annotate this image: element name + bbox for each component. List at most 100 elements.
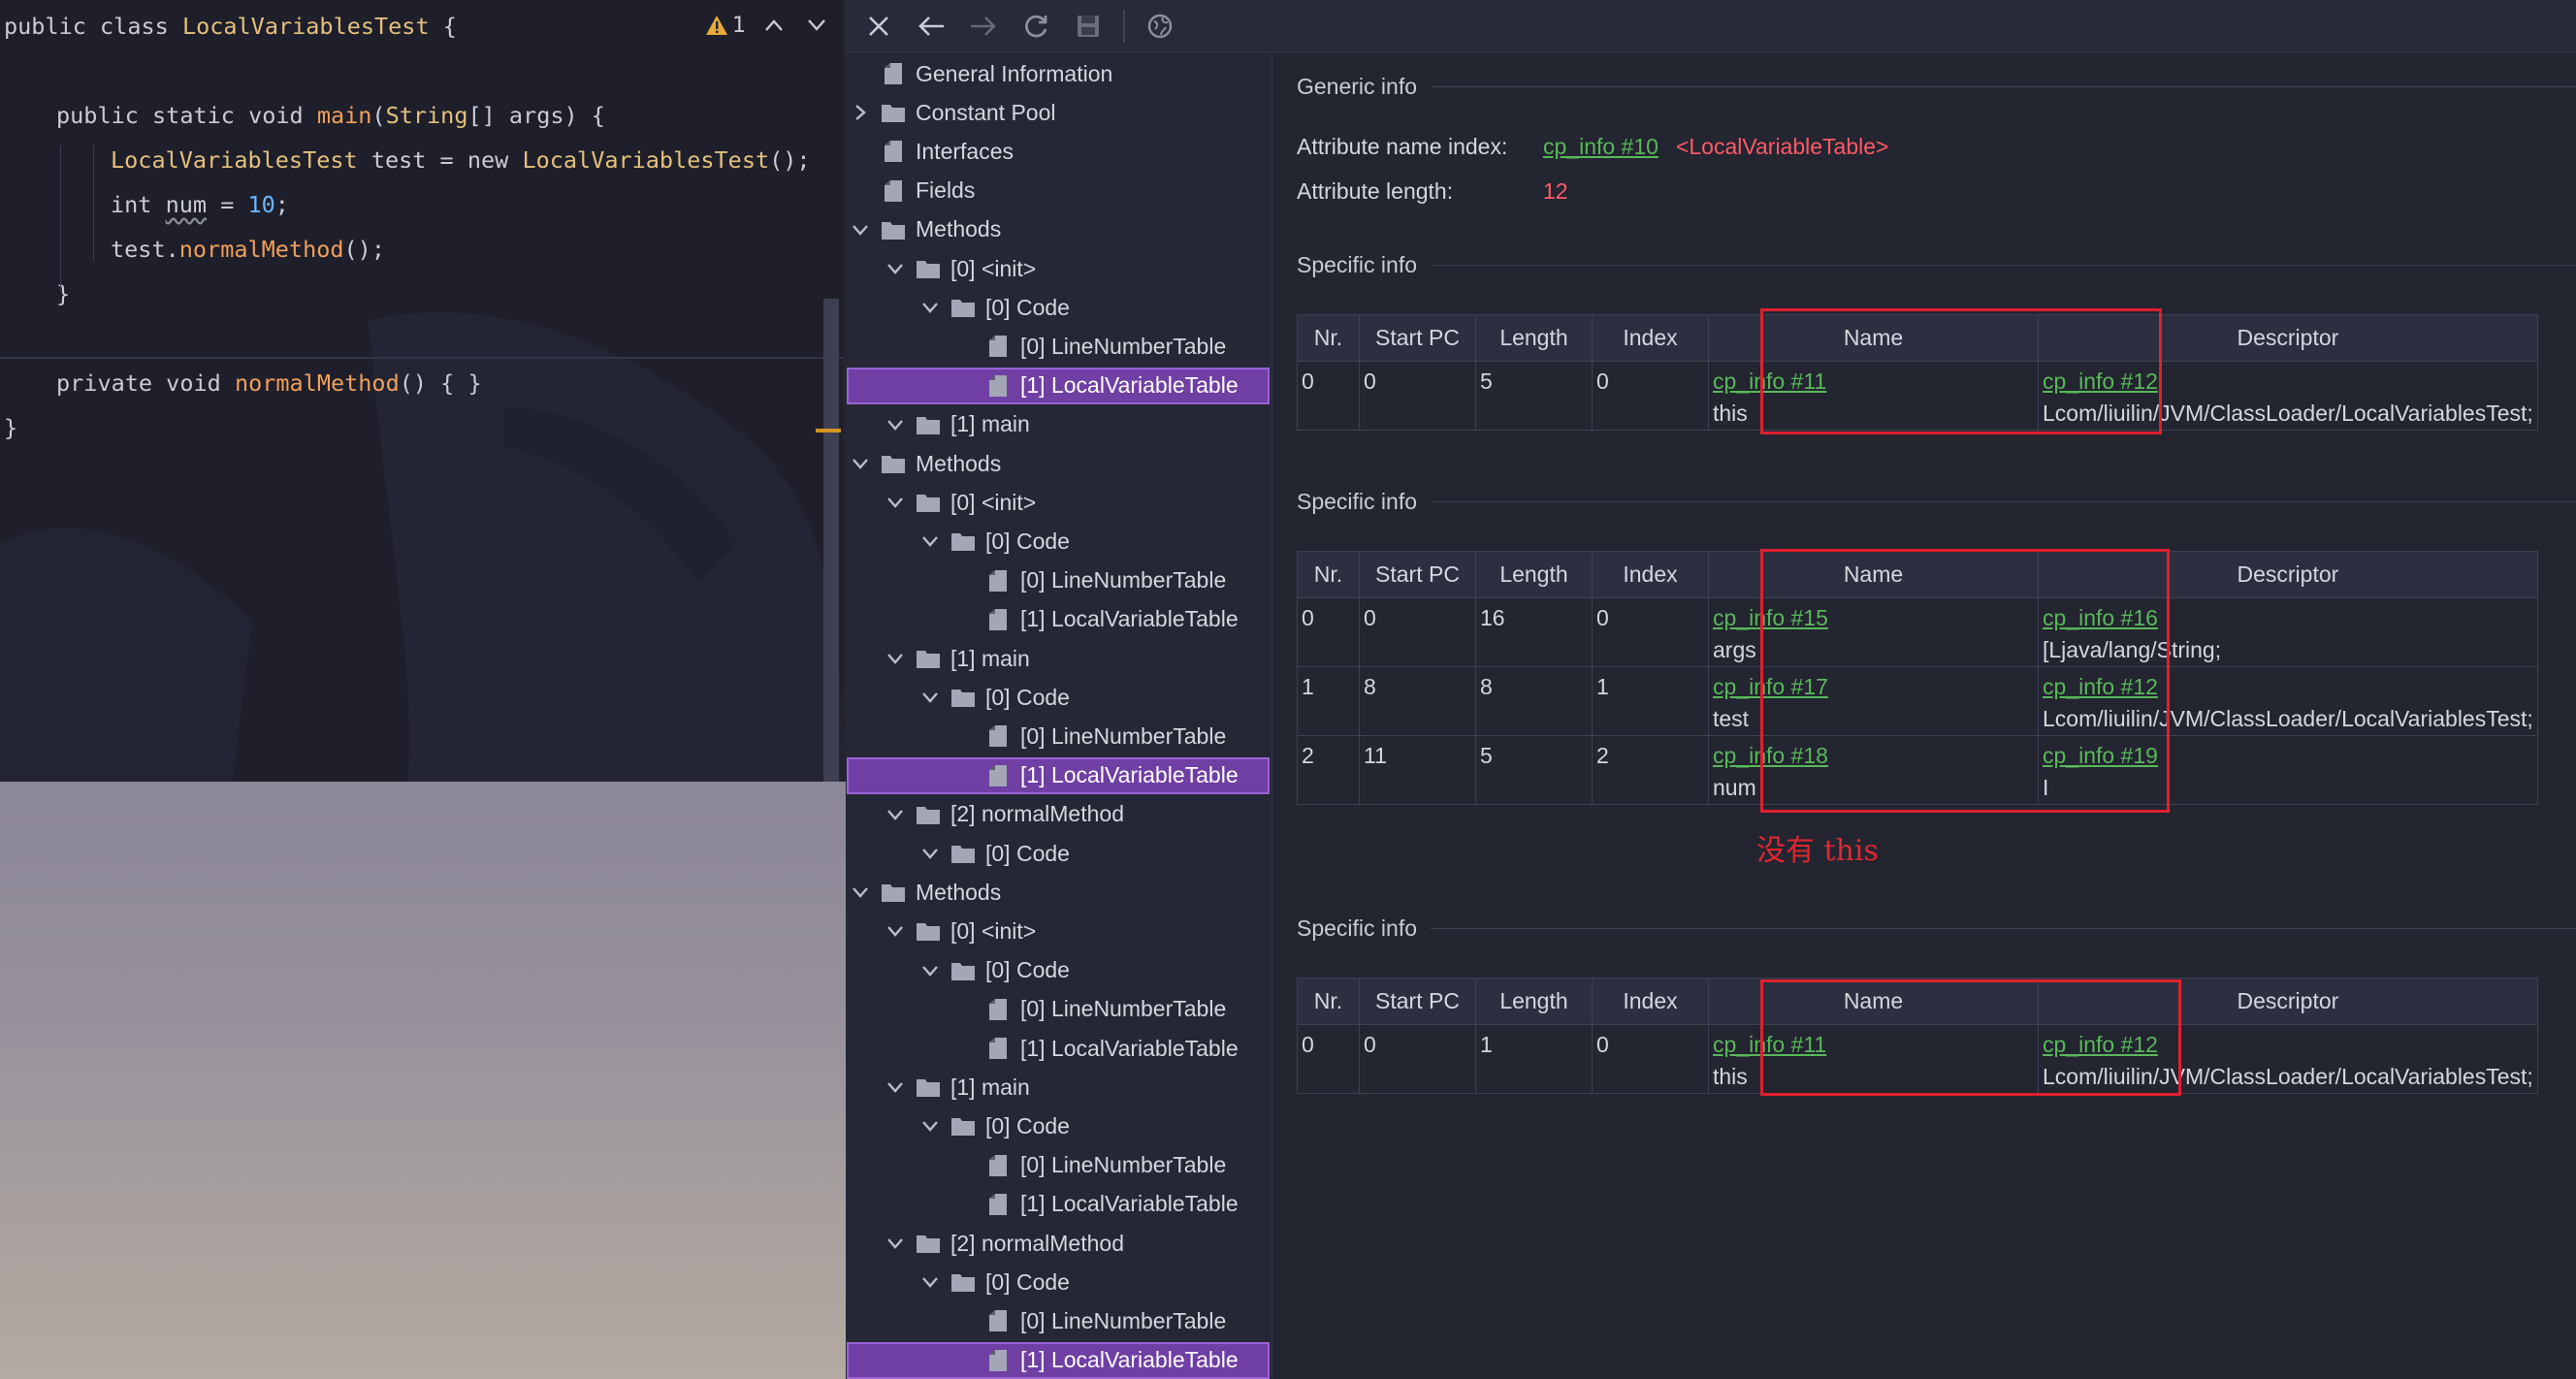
tree-node[interactable]: [1] LocalVariableTable (847, 756, 1270, 794)
tree-node[interactable]: [1] LocalVariableTable (954, 1030, 1239, 1067)
refresh-button[interactable] (1014, 5, 1057, 48)
folder-icon (950, 1269, 976, 1295)
unused-variable-token[interactable]: num (166, 191, 207, 218)
tree-node[interactable]: [0] LineNumberTable (954, 991, 1226, 1028)
cell-idx: 0 (1592, 1024, 1709, 1094)
tree-node[interactable]: Methods (850, 445, 1001, 482)
back-button[interactable] (910, 5, 952, 48)
cell-idx: 2 (1592, 735, 1709, 805)
code-token: test = new (357, 146, 523, 174)
chevron-down-icon[interactable] (885, 414, 906, 435)
chevron-down-icon[interactable] (885, 258, 906, 279)
method-separator (0, 357, 843, 359)
code-editor[interactable]: 1 public class LocalVariablesTest { publ… (0, 0, 843, 782)
tree-node[interactable]: [1] LocalVariableTable (847, 1341, 1270, 1379)
tree-node[interactable]: [0] LineNumberTable (954, 562, 1226, 599)
attribute-name-link[interactable]: cp_info #10 (1543, 134, 1658, 160)
file-icon (881, 139, 906, 164)
tree-node[interactable]: Fields (850, 173, 975, 209)
chevron-down-icon[interactable] (850, 453, 871, 474)
class-structure-tree[interactable]: General Information Constant Pool Interfac… (846, 52, 1272, 1379)
web-button[interactable] (1139, 5, 1181, 48)
tree-node[interactable]: [2] normalMethod (885, 1225, 1124, 1262)
column-header[interactable]: Start PC (1359, 978, 1476, 1025)
previous-highlight-button[interactable] (759, 11, 789, 40)
chevron-down-icon[interactable] (919, 1271, 941, 1293)
tree-node[interactable]: Methods (850, 211, 1001, 248)
warning-indicator[interactable]: 1 (705, 14, 746, 38)
column-header[interactable]: Length (1475, 551, 1593, 598)
column-header[interactable]: Length (1475, 314, 1593, 362)
next-highlight-button[interactable] (802, 11, 831, 40)
tree-node[interactable]: [0] <init> (885, 250, 1036, 287)
tree-node[interactable]: Constant Pool (850, 94, 1055, 131)
chevron-down-icon[interactable] (885, 920, 906, 942)
chevron-down-icon[interactable] (885, 1233, 906, 1254)
editor-scrollbar[interactable] (823, 299, 839, 782)
tree-node[interactable]: [0] Code (919, 835, 1070, 872)
tree-node[interactable]: [0] Code (919, 1264, 1070, 1300)
tree-node[interactable]: [0] Code (919, 679, 1070, 716)
column-header[interactable]: Index (1592, 978, 1709, 1025)
column-header[interactable]: Index (1592, 314, 1709, 362)
column-header[interactable]: Length (1475, 978, 1593, 1025)
section-rule (1431, 85, 2576, 87)
chevron-down-icon[interactable] (919, 960, 941, 981)
tree-node[interactable]: [1] main (885, 1069, 1030, 1106)
close-button[interactable] (857, 5, 900, 48)
tree-node[interactable]: [1] LocalVariableTable (847, 367, 1270, 404)
chevron-right-icon[interactable] (850, 102, 871, 123)
folder-icon (916, 646, 941, 671)
attribute-name-value: <LocalVariableTable> (1675, 134, 1889, 159)
tree-node[interactable]: Methods (850, 874, 1001, 911)
attribute-length-label: Attribute length: (1297, 178, 1454, 204)
tree-node[interactable]: [0] Code (919, 1107, 1070, 1144)
column-header[interactable]: Nr. (1297, 551, 1360, 598)
chevron-down-icon[interactable] (919, 297, 941, 318)
cell-len: 5 (1475, 361, 1593, 431)
tree-node-label: [2] normalMethod (950, 801, 1124, 827)
chevron-down-icon[interactable] (885, 492, 906, 513)
chevron-down-icon[interactable] (850, 219, 871, 241)
chevron-down-icon[interactable] (885, 1076, 906, 1098)
column-header[interactable]: Start PC (1359, 314, 1476, 362)
code-line-4: LocalVariablesTest test = new LocalVaria… (111, 138, 811, 182)
chevron-down-icon[interactable] (850, 882, 871, 903)
tree-node[interactable]: [0] <init> (885, 484, 1036, 521)
column-header[interactable]: Start PC (1359, 551, 1476, 598)
forward-button[interactable] (962, 5, 1005, 48)
tree-node[interactable]: [0] LineNumberTable (954, 1302, 1226, 1339)
chevron-down-icon[interactable] (919, 687, 941, 708)
tree-node[interactable]: [1] LocalVariableTable (954, 601, 1239, 638)
editor-inspection-bar: 1 (705, 6, 831, 45)
code-token: [] args) { (467, 102, 605, 129)
tree-node[interactable]: [0] LineNumberTable (954, 1147, 1226, 1184)
tree-node[interactable]: [1] main (885, 640, 1030, 677)
tree-node[interactable]: [2] normalMethod (885, 796, 1124, 833)
tree-node[interactable]: [0] Code (919, 523, 1070, 560)
chevron-down-icon[interactable] (885, 804, 906, 825)
code-line-9: private void normalMethod() { } (56, 361, 482, 405)
tree-node[interactable]: General Information (850, 55, 1112, 92)
scrollbar-warning-marker[interactable] (816, 429, 841, 433)
tree-node[interactable]: [1] LocalVariableTable (954, 1186, 1239, 1223)
column-header[interactable]: Nr. (1297, 314, 1360, 362)
code-line-6: test.normalMethod(); (111, 227, 385, 272)
chevron-down-icon[interactable] (919, 1115, 941, 1137)
chevron-down-icon[interactable] (885, 648, 906, 669)
tree-node[interactable]: [0] LineNumberTable (954, 718, 1226, 754)
save-button[interactable] (1067, 5, 1110, 48)
tree-node[interactable]: [0] LineNumberTable (954, 328, 1226, 365)
tree-node[interactable]: [1] main (885, 406, 1030, 443)
cell-idx: 0 (1592, 361, 1709, 431)
tree-node[interactable]: [0] <init> (885, 913, 1036, 949)
tree-node[interactable]: Interfaces (850, 133, 1014, 170)
tree-node[interactable]: [0] Code (919, 289, 1070, 326)
column-header[interactable]: Nr. (1297, 978, 1360, 1025)
chevron-down-icon[interactable] (919, 843, 941, 864)
column-header[interactable]: Index (1592, 551, 1709, 598)
chevron-down-icon[interactable] (919, 530, 941, 552)
tree-node[interactable]: [0] Code (919, 952, 1070, 989)
